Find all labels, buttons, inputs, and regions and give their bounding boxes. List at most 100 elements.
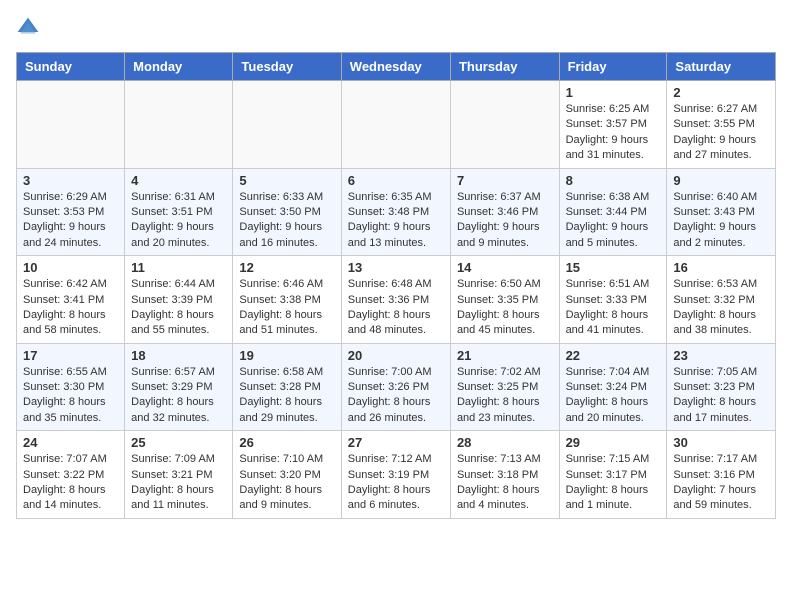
calendar-cell: [233, 81, 341, 169]
day-number: 5: [239, 173, 334, 188]
day-info: Sunrise: 7:13 AM Sunset: 3:18 PM Dayligh…: [457, 452, 553, 514]
day-info: Sunrise: 6:37 AM Sunset: 3:46 PM Dayligh…: [457, 190, 553, 252]
day-info: Sunrise: 6:57 AM Sunset: 3:29 PM Dayligh…: [131, 365, 226, 427]
day-info: Sunrise: 6:55 AM Sunset: 3:30 PM Dayligh…: [23, 365, 118, 427]
day-info: Sunrise: 6:27 AM Sunset: 3:55 PM Dayligh…: [673, 102, 769, 164]
day-info: Sunrise: 6:58 AM Sunset: 3:28 PM Dayligh…: [239, 365, 334, 427]
day-info: Sunrise: 6:31 AM Sunset: 3:51 PM Dayligh…: [131, 190, 226, 252]
day-info: Sunrise: 6:46 AM Sunset: 3:38 PM Dayligh…: [239, 277, 334, 339]
calendar-week-1: 1 Sunrise: 6:25 AM Sunset: 3:57 PM Daylig…: [17, 81, 776, 169]
weekday-header-friday: Friday: [559, 53, 667, 81]
calendar-cell: 2Sunrise: 6:27 AM Sunset: 3:55 PM Daylig…: [667, 81, 776, 169]
calendar-cell: 28 Sunrise: 7:13 AM Sunset: 3:18 PM Dayli…: [450, 431, 559, 519]
calendar-cell: 21 Sunrise: 7:02 AM Sunset: 3:25 PM Dayli…: [450, 343, 559, 431]
weekday-header-monday: Monday: [125, 53, 233, 81]
calendar-cell: 14Sunrise: 6:50 AM Sunset: 3:35 PM Dayli…: [450, 256, 559, 344]
day-info: Sunrise: 6:51 AM Sunset: 3:33 PM Dayligh…: [566, 277, 661, 339]
day-info: Sunrise: 7:15 AM Sunset: 3:17 PM Dayligh…: [566, 452, 661, 514]
calendar-cell: 23Sunrise: 7:05 AM Sunset: 3:23 PM Dayli…: [667, 343, 776, 431]
day-number: 21: [457, 348, 553, 363]
day-number: 24: [23, 435, 118, 450]
calendar-cell: [450, 81, 559, 169]
calendar-cell: 13 Sunrise: 6:48 AM Sunset: 3:36 PM Dayli…: [341, 256, 450, 344]
day-info: Sunrise: 6:40 AM Sunset: 3:43 PM Dayligh…: [673, 190, 769, 252]
calendar-week-2: 3Sunrise: 6:29 AM Sunset: 3:53 PM Daylig…: [17, 168, 776, 256]
calendar-header-row: SundayMondayTuesdayWednesdayThursdayFrid…: [17, 53, 776, 81]
day-number: 29: [566, 435, 661, 450]
day-info: Sunrise: 6:33 AM Sunset: 3:50 PM Dayligh…: [239, 190, 334, 252]
day-info: Sunrise: 7:02 AM Sunset: 3:25 PM Dayligh…: [457, 365, 553, 427]
calendar-cell: 10 Sunrise: 6:42 AM Sunset: 3:41 PM Dayli…: [17, 256, 125, 344]
day-info: Sunrise: 7:17 AM Sunset: 3:16 PM Dayligh…: [673, 452, 769, 514]
calendar-cell: 18 Sunrise: 6:57 AM Sunset: 3:29 PM Dayli…: [125, 343, 233, 431]
day-number: 25: [131, 435, 226, 450]
calendar-cell: 15 Sunrise: 6:51 AM Sunset: 3:33 PM Dayli…: [559, 256, 667, 344]
calendar-cell: 27 Sunrise: 7:12 AM Sunset: 3:19 PM Dayli…: [341, 431, 450, 519]
day-info: Sunrise: 6:35 AM Sunset: 3:48 PM Dayligh…: [348, 190, 444, 252]
day-info: Sunrise: 6:48 AM Sunset: 3:36 PM Dayligh…: [348, 277, 444, 339]
page-header: [16, 16, 776, 40]
weekday-header-saturday: Saturday: [667, 53, 776, 81]
calendar-week-3: 10 Sunrise: 6:42 AM Sunset: 3:41 PM Dayli…: [17, 256, 776, 344]
day-number: 10: [23, 260, 118, 275]
calendar-cell: 11 Sunrise: 6:44 AM Sunset: 3:39 PM Dayli…: [125, 256, 233, 344]
calendar-cell: 5 Sunrise: 6:33 AM Sunset: 3:50 PM Daylig…: [233, 168, 341, 256]
day-number: 18: [131, 348, 226, 363]
weekday-header-tuesday: Tuesday: [233, 53, 341, 81]
calendar-cell: 30 Sunrise: 7:17 AM Sunset: 3:16 PM Dayli…: [667, 431, 776, 519]
day-number: 27: [348, 435, 444, 450]
day-info: Sunrise: 7:10 AM Sunset: 3:20 PM Dayligh…: [239, 452, 334, 514]
day-number: 6: [348, 173, 444, 188]
calendar-cell: 20 Sunrise: 7:00 AM Sunset: 3:26 PM Dayli…: [341, 343, 450, 431]
calendar-cell: 6 Sunrise: 6:35 AM Sunset: 3:48 PM Daylig…: [341, 168, 450, 256]
day-info: Sunrise: 7:00 AM Sunset: 3:26 PM Dayligh…: [348, 365, 444, 427]
day-info: Sunrise: 7:04 AM Sunset: 3:24 PM Dayligh…: [566, 365, 661, 427]
day-number: 28: [457, 435, 553, 450]
day-number: 16: [673, 260, 769, 275]
calendar-cell: 12 Sunrise: 6:46 AM Sunset: 3:38 PM Dayli…: [233, 256, 341, 344]
calendar-cell: [341, 81, 450, 169]
day-info: Sunrise: 7:12 AM Sunset: 3:19 PM Dayligh…: [348, 452, 444, 514]
calendar-cell: 4 Sunrise: 6:31 AM Sunset: 3:51 PM Daylig…: [125, 168, 233, 256]
calendar-cell: 3Sunrise: 6:29 AM Sunset: 3:53 PM Daylig…: [17, 168, 125, 256]
calendar-cell: 8Sunrise: 6:38 AM Sunset: 3:44 PM Daylig…: [559, 168, 667, 256]
calendar-cell: 22 Sunrise: 7:04 AM Sunset: 3:24 PM Dayli…: [559, 343, 667, 431]
calendar-cell: 1 Sunrise: 6:25 AM Sunset: 3:57 PM Daylig…: [559, 81, 667, 169]
calendar-cell: 16 Sunrise: 6:53 AM Sunset: 3:32 PM Dayli…: [667, 256, 776, 344]
calendar-cell: 29 Sunrise: 7:15 AM Sunset: 3:17 PM Dayli…: [559, 431, 667, 519]
day-number: 17: [23, 348, 118, 363]
logo-icon: [16, 16, 40, 40]
day-number: 11: [131, 260, 226, 275]
calendar-cell: 19 Sunrise: 6:58 AM Sunset: 3:28 PM Dayli…: [233, 343, 341, 431]
calendar-cell: 26Sunrise: 7:10 AM Sunset: 3:20 PM Dayli…: [233, 431, 341, 519]
calendar-table: SundayMondayTuesdayWednesdayThursdayFrid…: [16, 52, 776, 519]
day-number: 13: [348, 260, 444, 275]
day-number: 4: [131, 173, 226, 188]
calendar-cell: 7Sunrise: 6:37 AM Sunset: 3:46 PM Daylig…: [450, 168, 559, 256]
day-number: 12: [239, 260, 334, 275]
calendar-cell: [17, 81, 125, 169]
day-info: Sunrise: 6:25 AM Sunset: 3:57 PM Dayligh…: [566, 102, 661, 164]
weekday-header-sunday: Sunday: [17, 53, 125, 81]
day-number: 1: [566, 85, 661, 100]
day-number: 14: [457, 260, 553, 275]
calendar-cell: 25Sunrise: 7:09 AM Sunset: 3:21 PM Dayli…: [125, 431, 233, 519]
day-info: Sunrise: 6:44 AM Sunset: 3:39 PM Dayligh…: [131, 277, 226, 339]
logo: [16, 16, 44, 40]
day-number: 19: [239, 348, 334, 363]
day-info: Sunrise: 7:07 AM Sunset: 3:22 PM Dayligh…: [23, 452, 118, 514]
calendar-cell: [125, 81, 233, 169]
weekday-header-wednesday: Wednesday: [341, 53, 450, 81]
day-info: Sunrise: 6:42 AM Sunset: 3:41 PM Dayligh…: [23, 277, 118, 339]
day-info: Sunrise: 6:53 AM Sunset: 3:32 PM Dayligh…: [673, 277, 769, 339]
calendar-cell: 9 Sunrise: 6:40 AM Sunset: 3:43 PM Daylig…: [667, 168, 776, 256]
day-number: 22: [566, 348, 661, 363]
day-number: 9: [673, 173, 769, 188]
day-number: 20: [348, 348, 444, 363]
day-number: 15: [566, 260, 661, 275]
day-info: Sunrise: 7:05 AM Sunset: 3:23 PM Dayligh…: [673, 365, 769, 427]
day-number: 30: [673, 435, 769, 450]
calendar-cell: 24 Sunrise: 7:07 AM Sunset: 3:22 PM Dayli…: [17, 431, 125, 519]
day-info: Sunrise: 6:29 AM Sunset: 3:53 PM Dayligh…: [23, 190, 118, 252]
day-info: Sunrise: 6:38 AM Sunset: 3:44 PM Dayligh…: [566, 190, 661, 252]
